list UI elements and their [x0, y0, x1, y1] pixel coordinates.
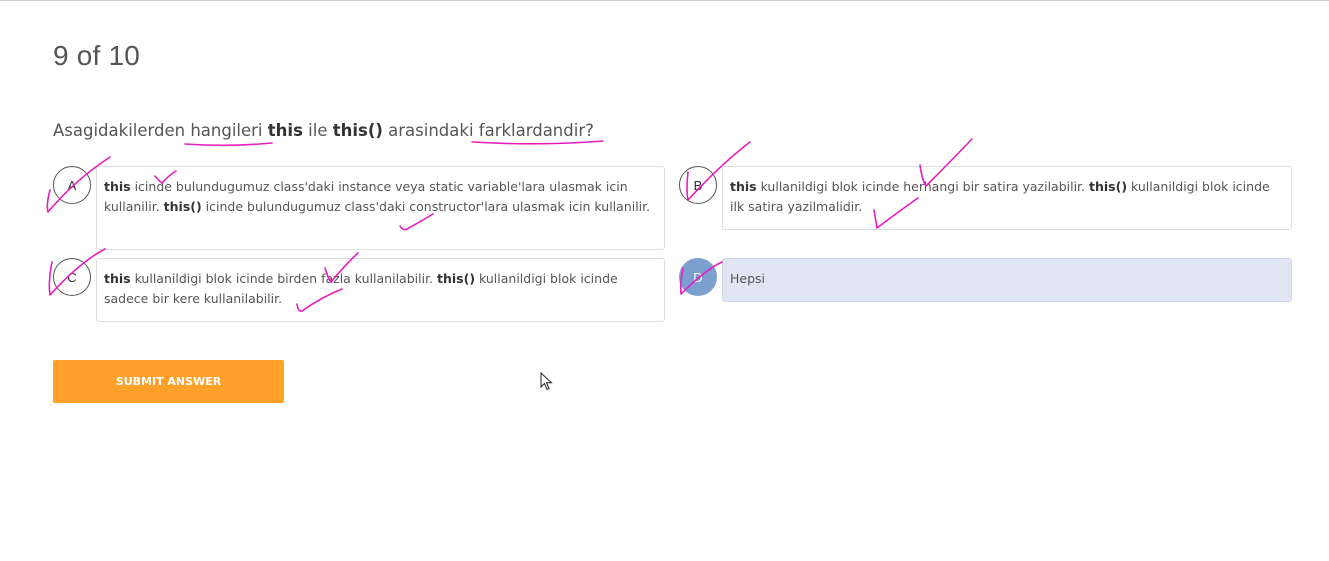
option-d-text: Hepsi [730, 271, 766, 286]
top-divider [0, 0, 1329, 1]
option-a-letter[interactable]: A [53, 166, 91, 204]
option-b-text-1: kullanildigi blok icinde herhangi bir sa… [756, 179, 1090, 194]
option-a-bold-1: this [104, 179, 131, 194]
question-part-2: ile [302, 121, 333, 140]
option-a-bold-2: this() [163, 199, 202, 214]
submit-answer-button[interactable]: SUBMIT ANSWER [53, 360, 284, 403]
option-b-bold-2: this() [1089, 179, 1128, 194]
question-part-3: arasindaki farklardandir? [382, 121, 594, 140]
option-c[interactable]: this kullanildigi blok icinde birden faz… [96, 258, 665, 322]
question-progress: 9 of 10 [53, 40, 141, 71]
option-a-text-2: icinde bulundugumuz class'daki construct… [201, 199, 651, 214]
question-part-1: Asagidakilerden hangileri [53, 121, 268, 140]
question-bold-this-call: this() [332, 121, 383, 140]
option-d-letter[interactable]: D [679, 258, 717, 296]
option-b-letter[interactable]: B [679, 166, 717, 204]
mouse-pointer-icon [540, 372, 553, 391]
question-bold-this: this [267, 121, 303, 140]
option-c-letter[interactable]: C [53, 258, 91, 296]
option-b[interactable]: this kullanildigi blok icinde herhangi b… [722, 166, 1292, 230]
option-a[interactable]: this icinde bulundugumuz class'daki inst… [96, 166, 665, 250]
option-c-text-1: kullanildigi blok icinde birden fazla ku… [130, 271, 438, 286]
option-c-bold-2: this() [437, 271, 476, 286]
question-text: Asagidakilerden hangileri this ile this(… [53, 121, 594, 140]
option-b-bold-1: this [730, 179, 757, 194]
option-d[interactable]: Hepsi [722, 258, 1292, 302]
option-c-bold-1: this [104, 271, 131, 286]
